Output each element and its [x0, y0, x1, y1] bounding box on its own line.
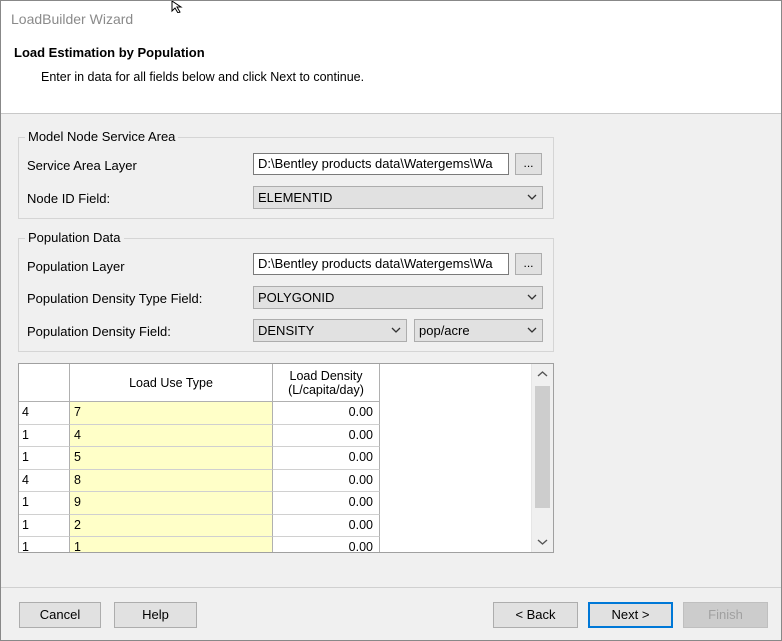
wizard-header: Load Estimation by Population Enter in d…	[1, 37, 781, 114]
row-id-cell: 1	[19, 447, 70, 470]
chevron-up-icon[interactable]	[537, 370, 548, 378]
table-row[interactable]: 1 5 0.00	[19, 447, 531, 470]
load-density-cell[interactable]: 0.00	[273, 424, 380, 447]
chevron-down-icon	[391, 327, 401, 333]
column-header-label: Load Density	[289, 369, 363, 383]
load-density-cell[interactable]: 0.00	[273, 402, 380, 425]
population-browse-button[interactable]: ...	[515, 253, 542, 275]
load-use-type-cell[interactable]: 5	[70, 447, 273, 470]
page-instructions: Enter in data for all fields below and c…	[41, 70, 365, 84]
wizard-window: LoadBuilder Wizard Load Estimation by Po…	[0, 0, 782, 641]
row-id-cell: 1	[19, 424, 70, 447]
title-bar: LoadBuilder Wizard	[1, 1, 781, 37]
population-density-field-value: DENSITY	[258, 323, 315, 338]
population-density-unit-select[interactable]: pop/acre	[414, 319, 543, 342]
next-button[interactable]: Next >	[588, 602, 673, 628]
mouse-cursor-icon	[171, 1, 183, 13]
ellipsis-icon: ...	[523, 156, 534, 170]
row-id-cell: 4	[19, 402, 70, 425]
load-use-type-cell[interactable]: 8	[70, 469, 273, 492]
load-density-cell[interactable]: 0.00	[273, 537, 380, 552]
chevron-down-icon	[527, 194, 537, 200]
node-id-field-value: ELEMENTID	[258, 190, 333, 205]
load-use-type-cell[interactable]: 1	[70, 537, 273, 552]
load-density-cell[interactable]: 0.00	[273, 492, 380, 515]
load-use-type-cell[interactable]: 9	[70, 492, 273, 515]
column-header-unit: (L/capita/day)	[288, 383, 364, 397]
population-layer-label: Population Layer	[27, 259, 125, 274]
table-row[interactable]: 4 8 0.00	[19, 469, 531, 492]
grid-vertical-scrollbar[interactable]	[531, 364, 553, 552]
population-density-field-label: Population Density Field:	[27, 324, 171, 339]
population-data-legend: Population Data	[25, 230, 124, 245]
row-id-cell: 4	[19, 469, 70, 492]
back-button[interactable]: < Back	[493, 602, 578, 628]
chevron-down-icon[interactable]	[537, 538, 548, 546]
scrollbar-thumb[interactable]	[535, 386, 550, 508]
service-area-layer-input[interactable]: D:\Bentley products data\Watergems\Wa	[253, 153, 509, 175]
table-row[interactable]: 1 2 0.00	[19, 514, 531, 537]
service-area-browse-button[interactable]: ...	[515, 153, 542, 175]
load-use-type-cell[interactable]: 4	[70, 424, 273, 447]
chevron-down-icon	[527, 294, 537, 300]
column-header-load-use-type[interactable]: Load Use Type	[70, 364, 273, 402]
population-density-type-select[interactable]: POLYGONID	[253, 286, 543, 309]
window-title: LoadBuilder Wizard	[11, 11, 134, 27]
row-header-corner	[19, 364, 70, 402]
load-use-type-cell[interactable]: 2	[70, 514, 273, 537]
grid-header: Load Use Type Load Density (L/capita/day…	[19, 364, 531, 402]
population-density-unit-value: pop/acre	[419, 323, 470, 338]
load-use-type-cell[interactable]: 7	[70, 402, 273, 425]
table-row[interactable]: 1 4 0.00	[19, 424, 531, 447]
population-density-type-value: POLYGONID	[258, 290, 335, 305]
node-id-field-select[interactable]: ELEMENTID	[253, 186, 543, 209]
column-header-load-density[interactable]: Load Density (L/capita/day)	[273, 364, 380, 402]
table-row[interactable]: 1 9 0.00	[19, 492, 531, 515]
node-id-field-label: Node ID Field:	[27, 191, 111, 206]
load-density-cell[interactable]: 0.00	[273, 514, 380, 537]
table-row[interactable]: 1 1 0.00	[19, 537, 531, 552]
help-button[interactable]: Help	[114, 602, 197, 628]
cancel-button[interactable]: Cancel	[19, 602, 101, 628]
service-area-legend: Model Node Service Area	[25, 129, 179, 144]
population-density-type-label: Population Density Type Field:	[27, 291, 203, 306]
row-id-cell: 1	[19, 492, 70, 515]
column-header-label: Load Use Type	[129, 376, 213, 390]
table-row[interactable]: 4 7 0.00	[19, 402, 531, 425]
load-density-cell[interactable]: 0.00	[273, 447, 380, 470]
population-layer-input[interactable]: D:\Bentley products data\Watergems\Wa	[253, 253, 509, 275]
load-density-cell[interactable]: 0.00	[273, 469, 380, 492]
footer-divider	[1, 587, 781, 588]
page-title: Load Estimation by Population	[14, 45, 205, 60]
row-id-cell: 1	[19, 537, 70, 552]
finish-button[interactable]: Finish	[683, 602, 768, 628]
ellipsis-icon: ...	[523, 256, 534, 270]
load-use-grid[interactable]: Load Use Type Load Density (L/capita/day…	[18, 363, 554, 553]
chevron-down-icon	[527, 327, 537, 333]
population-density-field-select[interactable]: DENSITY	[253, 319, 407, 342]
service-area-layer-label: Service Area Layer	[27, 158, 137, 173]
row-id-cell: 1	[19, 514, 70, 537]
